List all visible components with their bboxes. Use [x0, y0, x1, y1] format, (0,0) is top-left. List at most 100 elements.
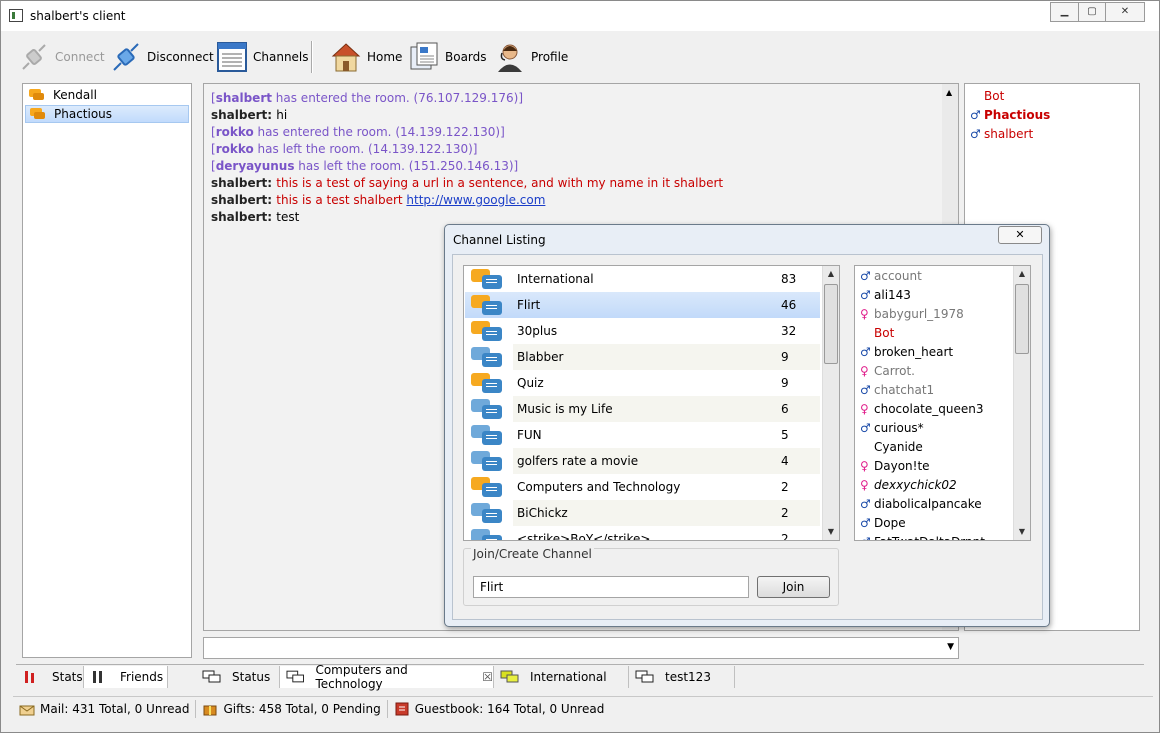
channel-row[interactable]: 30plus 32 — [465, 318, 820, 344]
channel-bubble-icon — [471, 529, 503, 540]
channel-member-item[interactable]: ♂ diabolicalpancake — [860, 497, 982, 511]
scroll-up-icon: ▲ — [1018, 269, 1026, 278]
chat-line: shalbert: hi — [211, 108, 288, 122]
gifts-status[interactable]: Gifts: 458 Total, 0 Pending — [196, 699, 388, 718]
dialog-title: Channel Listing — [453, 233, 546, 247]
scroll-thumb[interactable] — [1015, 284, 1029, 354]
channel-row[interactable]: BiChickz 2 — [465, 500, 820, 526]
gifts-status-text: Gifts: 458 Total, 0 Pending — [223, 701, 381, 716]
scroll-thumb[interactable] — [824, 284, 838, 364]
channel-member-item[interactable]: ♂ chatchat1 — [860, 383, 934, 397]
maximize-button[interactable]: ▢ — [1078, 2, 1106, 22]
channel-member-item[interactable]: ♀ Dayon!te — [860, 459, 930, 473]
tab-bar: Stats Friends Status Computers and Techn… — [16, 663, 1144, 691]
scroll-down-icon: ▼ — [1018, 527, 1026, 536]
channel-name: <strike>BoY</strike> — [517, 532, 651, 541]
dialog-body: International 83 Flirt 46 30plus 32 Blabber 9 Qu… — [452, 254, 1043, 620]
chat-bubbles-icon — [635, 670, 654, 683]
channel-row[interactable]: FUN 5 — [465, 422, 820, 448]
chat-line: shalbert: this is a test shalbert http:/… — [211, 193, 546, 207]
chat-text: hi — [276, 108, 288, 122]
channel-row[interactable]: Computers and Technology 2 — [465, 474, 820, 500]
chat-message-input[interactable]: ▼ — [203, 637, 959, 659]
close-window-button[interactable]: ✕ — [1105, 2, 1145, 22]
channel-member-item[interactable]: ♂ curious* — [860, 421, 924, 435]
stats-people-icon — [25, 671, 34, 683]
channel-row[interactable]: International 83 — [465, 266, 820, 292]
channel-member-item[interactable]: ♂FatTwatDaltaDrnnt — [860, 535, 985, 540]
channel-user-count: 9 — [781, 350, 789, 364]
mail-status-text: Mail: 431 Total, 0 Unread — [40, 701, 190, 716]
channel-bubble-icon — [471, 321, 503, 343]
channel-member-item[interactable]: Cyanide — [860, 440, 923, 454]
member-name: chocolate_queen3 — [874, 402, 984, 416]
home-button[interactable]: Home — [331, 37, 402, 77]
channel-bubble-icon — [471, 503, 503, 525]
room-user-item[interactable]: ♂ shalbert — [970, 127, 1033, 141]
channel-name: Flirt — [517, 298, 541, 312]
tab-stats[interactable]: Stats — [16, 666, 84, 688]
channel-row[interactable]: golfers rate a movie 4 — [465, 448, 820, 474]
boards-button[interactable]: Boards — [409, 37, 487, 77]
connect-button[interactable]: Connect — [19, 37, 105, 77]
channel-member-item[interactable]: ♂ account — [860, 269, 922, 283]
member-name: chatchat1 — [874, 383, 935, 397]
member-name: curious* — [874, 421, 924, 435]
channel-member-item[interactable]: ♂ Dope — [860, 516, 906, 530]
channel-list-scrollbar[interactable]: ▲ ▼ — [822, 266, 839, 540]
channel-member-item[interactable]: ♂ ali143 — [860, 288, 911, 302]
member-list-scrollbar[interactable]: ▲ ▼ — [1013, 266, 1030, 540]
channel-row[interactable]: Flirt 46 — [465, 292, 820, 318]
tab-friends[interactable]: Friends — [84, 666, 168, 688]
channels-label: Channels — [253, 50, 309, 64]
room-user-item[interactable]: Bot — [970, 89, 1004, 103]
profile-button[interactable]: Profile — [495, 37, 568, 77]
tab-label: International — [530, 670, 607, 684]
tab-label: Computers and Technology — [315, 663, 408, 691]
channel-user-count: 6 — [781, 402, 789, 416]
friends-panel: Kendall Phactious — [22, 83, 192, 658]
channel-member-item[interactable]: ♀ dexxychick02 — [860, 478, 957, 492]
channel-row[interactable]: Blabber 9 — [465, 344, 820, 370]
channel-member-item[interactable]: Bot — [860, 326, 894, 340]
chat-bubbles-icon — [202, 670, 221, 683]
friend-item[interactable]: Phactious — [25, 105, 189, 123]
dialog-close-button[interactable]: ✕ — [998, 226, 1042, 244]
guestbook-status[interactable]: Guestbook: 164 Total, 0 Unread — [388, 700, 611, 718]
tab-close-icon[interactable]: ☒ — [482, 670, 493, 684]
disconnect-button[interactable]: Disconnect — [111, 37, 214, 77]
channel-row[interactable]: <strike>BoY</strike> 2 — [465, 526, 820, 541]
channels-button[interactable]: Channels — [217, 37, 309, 77]
channel-bubble-icon — [471, 399, 503, 421]
app-icon — [9, 9, 23, 22]
window-title: shalbert's client — [30, 9, 126, 23]
channel-member-item[interactable]: ♀ babygurl_1978 — [860, 307, 964, 321]
channel-row[interactable]: Quiz 9 — [465, 370, 820, 396]
chat-nick: shalbert — [215, 91, 272, 105]
join-button[interactable]: Join — [757, 576, 830, 598]
dropdown-arrow-icon[interactable]: ▼ — [947, 642, 954, 652]
female-icon: ♀ — [860, 459, 869, 473]
channel-member-item[interactable]: ♀ Carrot. — [860, 364, 915, 378]
channel-name: BiChickz — [517, 506, 568, 520]
female-icon: ♀ — [860, 307, 869, 321]
tab-international[interactable]: International — [494, 666, 629, 688]
channel-member-item[interactable]: ♀ chocolate_queen3 — [860, 402, 984, 416]
friends-people-icon — [93, 671, 102, 683]
female-icon: ♀ — [860, 364, 869, 378]
tab-test123[interactable]: test123 — [629, 666, 735, 688]
channel-row[interactable]: Music is my Life 6 — [465, 396, 820, 422]
tab-computers-and-technology[interactable]: Computers and Technology ☒ — [280, 663, 494, 691]
channel-name-input[interactable]: Flirt — [473, 576, 749, 598]
chat-line: [rokko has entered the room. (14.139.122… — [211, 125, 505, 139]
friend-item[interactable]: Kendall — [25, 86, 189, 104]
channel-member-list: ♂ account ♂ ali143 ♀ babygurl_1978 Bot ♂ broken_… — [854, 265, 1031, 541]
male-icon: ♂ — [860, 497, 871, 511]
male-icon: ♂ — [860, 288, 871, 302]
mail-status[interactable]: Mail: 431 Total, 0 Unread — [13, 699, 197, 718]
minimize-button[interactable]: ▁ — [1050, 2, 1079, 22]
chat-link[interactable]: http://www.google.com — [406, 193, 545, 207]
room-user-item[interactable]: ♂ Phactious — [970, 108, 1050, 122]
channel-member-item[interactable]: ♂ broken_heart — [860, 345, 953, 359]
tab-status[interactable]: Status — [196, 666, 280, 688]
